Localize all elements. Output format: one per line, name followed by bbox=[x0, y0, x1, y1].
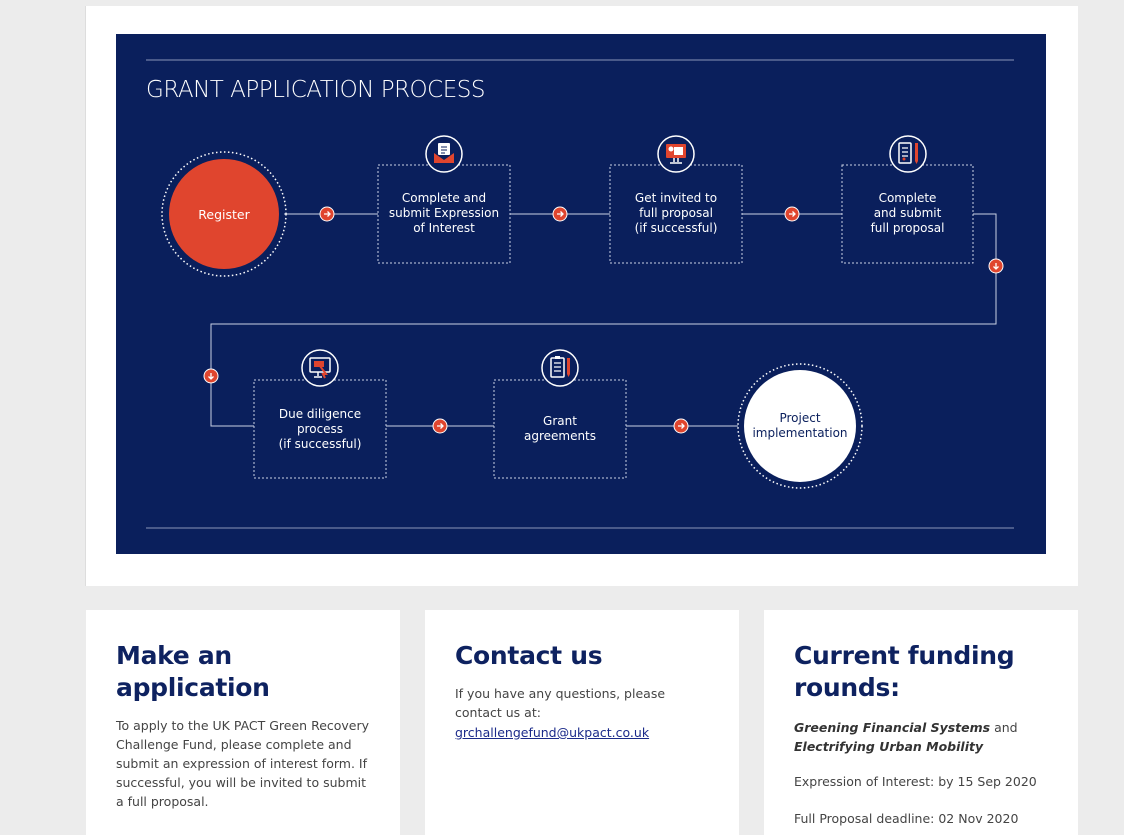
step-line: (if successful) bbox=[634, 220, 718, 235]
step-line: (if successful) bbox=[278, 436, 362, 451]
step-line: Complete bbox=[878, 190, 937, 205]
envelope-form-icon bbox=[425, 135, 463, 173]
arrow-right-icon bbox=[432, 418, 448, 434]
step-invited-full-proposal: Get invited to full proposal (if success… bbox=[610, 180, 742, 246]
round-name: Electrifying Urban Mobility bbox=[794, 739, 984, 754]
step-line: Complete and bbox=[401, 190, 487, 205]
process-flow-graphic bbox=[146, 59, 1014, 529]
grant-process-diagram: GRANT APPLICATION PROCESS Register Compl… bbox=[116, 34, 1046, 554]
card-text: If you have any questions, please contac… bbox=[455, 686, 666, 720]
step-expression-of-interest: Complete and submit Expression of Intere… bbox=[378, 180, 510, 246]
clipboard-checklist-icon bbox=[541, 349, 579, 387]
step-line: Grant bbox=[543, 414, 577, 428]
step-line: submit Expression bbox=[388, 205, 500, 220]
arrow-down-icon bbox=[203, 368, 219, 384]
invite-screen-icon bbox=[657, 135, 695, 173]
arrow-right-icon bbox=[319, 206, 335, 222]
step-project-implementation: Project implementation bbox=[740, 406, 860, 446]
step-line: process bbox=[296, 421, 344, 436]
step-line: and submit bbox=[873, 205, 942, 220]
due-diligence-monitor-icon bbox=[301, 349, 339, 387]
step-line: Get invited to bbox=[634, 190, 718, 205]
step-line: of Interest bbox=[413, 220, 475, 235]
step-line: Due diligence bbox=[278, 406, 362, 421]
step-line: implementation bbox=[752, 426, 848, 440]
contact-email-link[interactable]: grchallengefund@ukpact.co.uk bbox=[455, 725, 649, 740]
card-title: Contact us bbox=[455, 641, 603, 670]
step-due-diligence: Due diligence process (if successful) bbox=[254, 396, 386, 462]
arrow-down-icon bbox=[988, 258, 1004, 274]
make-application-card: Make an application To apply to the UK P… bbox=[86, 610, 400, 835]
arrow-right-icon bbox=[552, 206, 568, 222]
contact-card: Contact us If you have any questions, pl… bbox=[425, 610, 739, 835]
step-submit-full-proposal: Complete and submit full proposal bbox=[842, 180, 973, 246]
register-label: Register bbox=[169, 204, 279, 224]
step-line: full proposal bbox=[870, 220, 945, 235]
round-name: Greening Financial Systems bbox=[794, 720, 991, 735]
full-proposal-deadline: Full Proposal deadline: 02 Nov 2020 bbox=[794, 811, 1019, 826]
step-line: full proposal bbox=[639, 205, 713, 220]
funding-rounds-card: Current funding rounds: Greening Financi… bbox=[764, 610, 1078, 835]
card-title: Current funding rounds: bbox=[794, 641, 1015, 702]
register-text: Register bbox=[198, 206, 250, 222]
document-pen-icon bbox=[889, 135, 927, 173]
step-line: Project bbox=[779, 411, 821, 425]
round-joiner: and bbox=[994, 720, 1018, 735]
arrow-right-icon bbox=[673, 418, 689, 434]
funding-round-names: Greening Financial Systems and Electrify… bbox=[794, 718, 1054, 756]
arrow-right-icon bbox=[784, 206, 800, 222]
card-title: Make an application bbox=[116, 641, 270, 702]
diagram-title: GRANT APPLICATION PROCESS bbox=[146, 77, 485, 103]
card-text: To apply to the UK PACT Green Recovery C… bbox=[116, 718, 370, 809]
eoi-deadline: Expression of Interest: by 15 Sep 2020 bbox=[794, 774, 1037, 789]
step-grant-agreements: Grant agreements bbox=[494, 396, 626, 462]
step-line: agreements bbox=[523, 429, 597, 443]
